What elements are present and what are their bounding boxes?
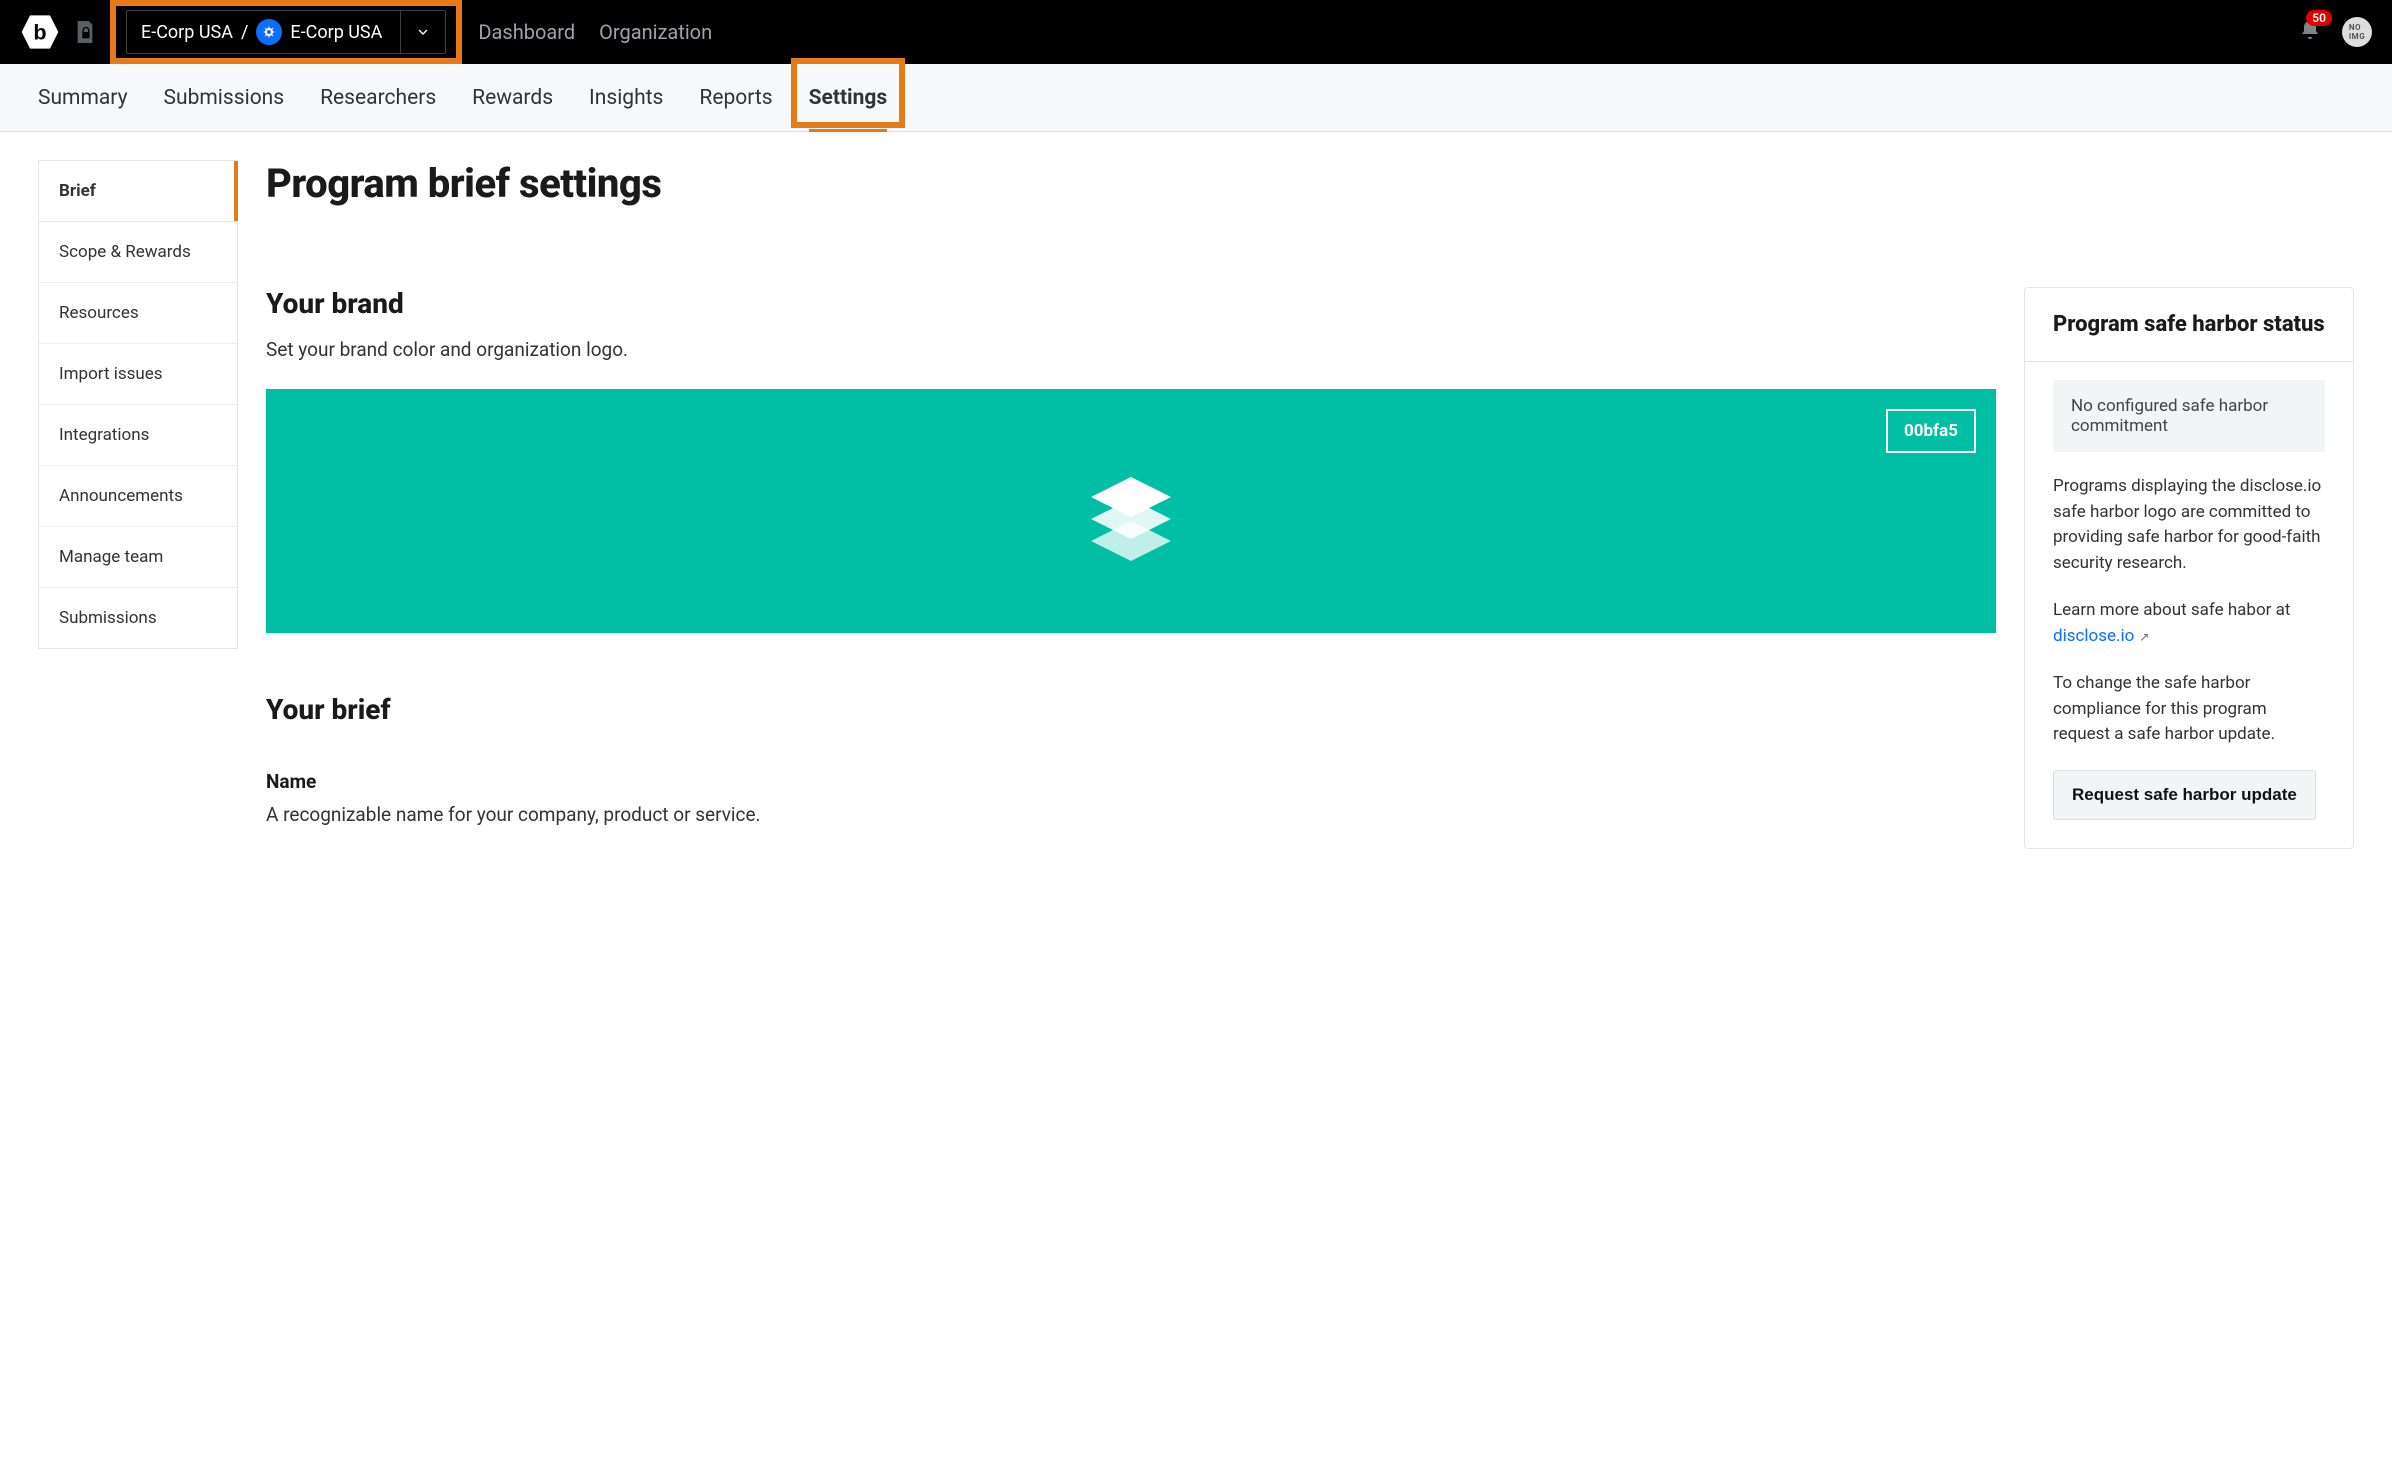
tab-insights[interactable]: Insights (589, 66, 663, 130)
tab-settings-label: Settings (809, 86, 888, 110)
tab-reports[interactable]: Reports (699, 66, 772, 130)
sidebar-item-announcements[interactable]: Announcements (39, 466, 237, 527)
active-tab-indicator (809, 129, 888, 132)
bug-icon (256, 19, 282, 45)
tab-settings[interactable]: Settings (809, 66, 888, 130)
tab-rewards[interactable]: Rewards (472, 66, 553, 130)
sidebar-item-integrations[interactable]: Integrations (39, 405, 237, 466)
notification-count-badge: 50 (2306, 10, 2332, 26)
brand-color-chip[interactable]: 00bfa5 (1886, 409, 1976, 453)
page-body: Brief Scope & Rewards Resources Import i… (0, 132, 2392, 877)
safe-harbor-heading: Program safe harbor status (2025, 288, 2353, 362)
stacked-layers-icon (1071, 451, 1191, 571)
request-safe-harbor-button[interactable]: Request safe harbor update (2053, 770, 2316, 820)
main-content: Program brief settings Your brand Set yo… (266, 160, 2354, 849)
switcher-program: E-Corp USA (290, 22, 382, 43)
safe-harbor-desc-1: Programs displaying the disclose.io safe… (2053, 474, 2325, 576)
top-nav-bar: b E-Corp USA / E-Corp USA Dashboard Org (0, 0, 2392, 64)
document-lock-icon[interactable] (74, 19, 96, 45)
brand-heading: Your brand (266, 287, 1996, 320)
nav-dashboard[interactable]: Dashboard (478, 20, 575, 44)
settings-sidebar: Brief Scope & Rewards Resources Import i… (38, 160, 238, 649)
brand-banner[interactable]: 00bfa5 (266, 389, 1996, 633)
sidebar-item-import[interactable]: Import issues (39, 344, 237, 405)
tab-researchers[interactable]: Researchers (320, 66, 436, 130)
switcher-separator: / (241, 22, 248, 43)
svg-text:b: b (33, 20, 46, 45)
nav-organization[interactable]: Organization (599, 20, 712, 44)
safe-harbor-desc-3: To change the safe harbor compliance for… (2053, 671, 2325, 748)
user-avatar[interactable]: NOIMG (2342, 17, 2372, 47)
switcher-org: E-Corp USA (141, 22, 233, 43)
brief-name-label: Name (266, 770, 1996, 793)
sidebar-item-submissions[interactable]: Submissions (39, 588, 237, 648)
sidebar-item-resources[interactable]: Resources (39, 283, 237, 344)
brand-description: Set your brand color and organization lo… (266, 338, 1996, 361)
safe-harbor-desc-2: Learn more about safe habor at disclose.… (2053, 598, 2325, 649)
disclose-io-link[interactable]: disclose.io (2053, 626, 2134, 646)
bugcrowd-logo-icon[interactable]: b (20, 12, 60, 52)
tab-summary[interactable]: Summary (38, 66, 128, 130)
program-switcher-highlighted: E-Corp USA / E-Corp USA (110, 0, 462, 64)
safe-harbor-learn-text: Learn more about safe habor at (2053, 600, 2290, 620)
chevron-down-icon[interactable] (400, 11, 431, 53)
sidebar-item-manage-team[interactable]: Manage team (39, 527, 237, 588)
page-title: Program brief settings (266, 160, 2354, 207)
safe-harbor-card: Program safe harbor status No configured… (2024, 287, 2354, 849)
brief-heading: Your brief (266, 693, 1996, 726)
sidebar-item-brief[interactable]: Brief (39, 161, 237, 222)
sidebar-item-scope[interactable]: Scope & Rewards (39, 222, 237, 283)
notifications-button[interactable]: 50 (2298, 18, 2322, 46)
program-switcher[interactable]: E-Corp USA / E-Corp USA (126, 10, 446, 54)
secondary-tabs: Summary Submissions Researchers Rewards … (0, 64, 2392, 132)
safe-harbor-notice: No configured safe harbor commitment (2053, 380, 2325, 452)
tab-submissions[interactable]: Submissions (164, 66, 285, 130)
brief-name-help: A recognizable name for your company, pr… (266, 803, 1996, 826)
external-link-icon: ↗ (2136, 630, 2149, 644)
